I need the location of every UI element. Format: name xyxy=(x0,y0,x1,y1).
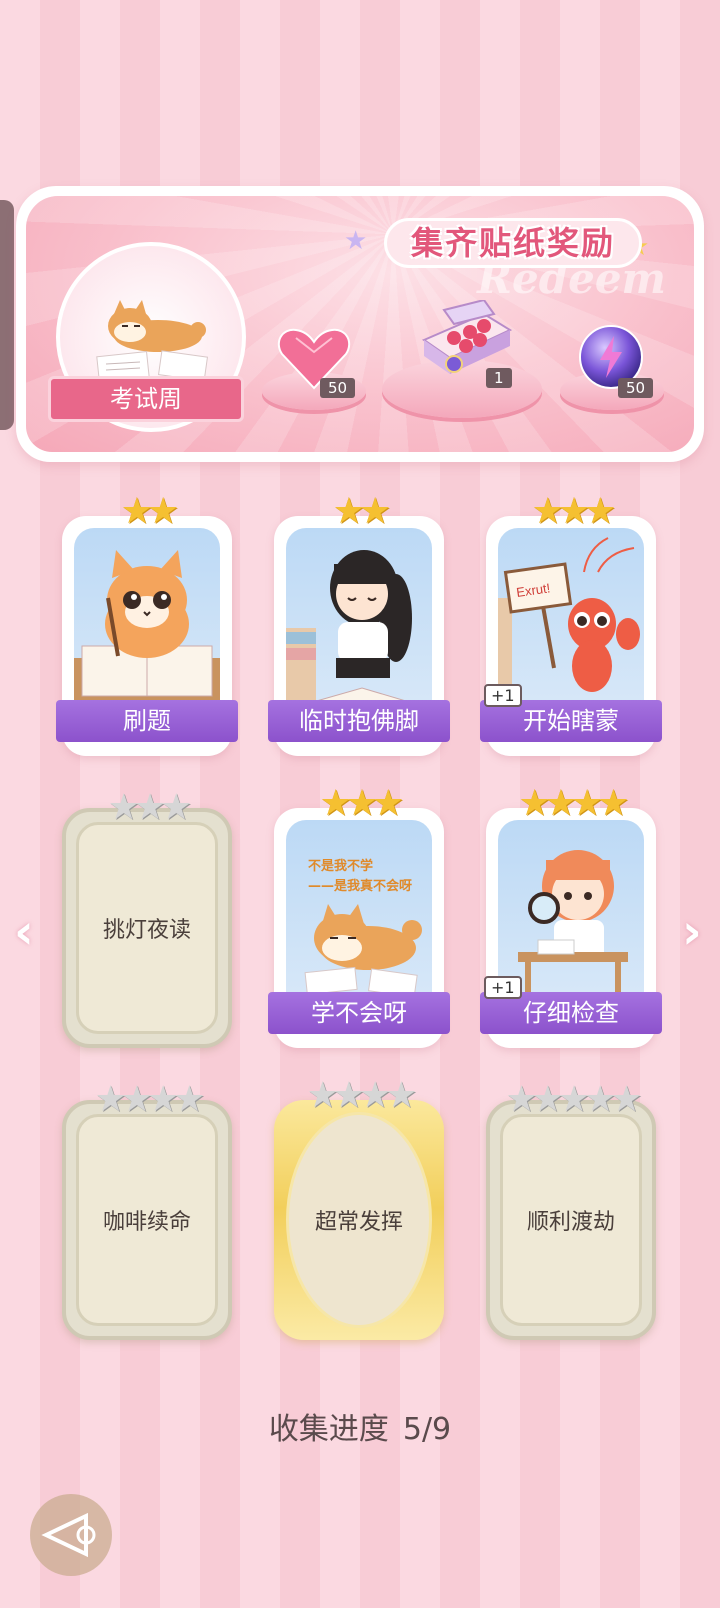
star-rating: ★★★ xyxy=(319,783,405,824)
chevron-left-icon[interactable]: ‹ xyxy=(14,904,34,960)
reward-count: 1 xyxy=(486,368,512,388)
sticker-label: 刷题 xyxy=(56,700,238,742)
sticker-label: 咖啡续命 xyxy=(102,1210,191,1235)
star-rating: ★★★ xyxy=(107,787,193,828)
cat-studying-art xyxy=(74,528,220,712)
locked-sticker-card[interactable]: ★★★★★ 顺利渡劫 xyxy=(486,1082,656,1340)
back-button[interactable] xyxy=(30,1494,112,1576)
star-rating: ★★ xyxy=(332,491,392,532)
caption-line-1: 不是我不学 xyxy=(308,858,373,874)
back-arrow-icon xyxy=(41,1512,96,1558)
star-rating: ★★★ xyxy=(531,491,617,532)
sticker-label: 学不会呀 xyxy=(268,992,450,1034)
collection-progress: 收集进度 5/9 xyxy=(0,1404,720,1448)
chevron-right-icon[interactable]: › xyxy=(682,904,702,960)
star-rating: ★★★★ xyxy=(94,1079,205,1120)
progress-label: 收集进度 xyxy=(268,1412,389,1447)
sticker-card[interactable]: ★★ 刷题 xyxy=(56,494,238,756)
sticker-card[interactable]: ★★★ Exrut! +1 开始瞎蒙 xyxy=(480,494,662,756)
reward-count: 50 xyxy=(320,378,356,398)
sticker-card[interactable]: ★★★★ +1 仔细检查 xyxy=(480,786,662,1048)
reward-banner: Redeem ★ ★ 集齐贴纸奖励 考试周 xyxy=(16,186,704,462)
star-rating: ★★ xyxy=(120,491,180,532)
caption-line-2: ——是我真不会呀 xyxy=(308,878,412,894)
locked-sticker-card[interactable]: ★★★★ 超常发挥 xyxy=(274,1078,444,1340)
sticker-label: 挑灯夜读 xyxy=(102,918,191,943)
badge-label: 考试周 xyxy=(48,376,244,422)
star-rating: ★★★★ xyxy=(518,783,629,824)
sticker-card[interactable]: ★★ 临时抱佛脚 xyxy=(268,494,450,756)
bonus-badge: +1 xyxy=(484,684,522,707)
bonus-badge: +1 xyxy=(484,976,522,999)
progress-value: 5/9 xyxy=(402,1412,452,1447)
side-drawer-handle[interactable] xyxy=(0,200,14,430)
gift-box-icon[interactable] xyxy=(414,300,514,378)
locked-sticker-card[interactable]: ★★★ 挑灯夜读 xyxy=(62,790,232,1048)
locked-sticker-card[interactable]: ★★★★ 咖啡续命 xyxy=(62,1082,232,1340)
reward-banner-panel: Redeem ★ ★ 集齐贴纸奖励 考试周 xyxy=(26,196,694,452)
sticker-label: 临时抱佛脚 xyxy=(268,700,450,742)
girl-reading-art xyxy=(286,528,432,712)
sticker-card[interactable]: ★★★ 不是我不学 ——是我真不会呀 学不会呀 xyxy=(268,786,450,1048)
shiba-dog-icon xyxy=(108,300,206,352)
sticker-label: 超常发挥 xyxy=(314,1210,403,1235)
banner-title: 集齐贴纸奖励 xyxy=(384,218,642,268)
sticker-label: 顺利渡劫 xyxy=(526,1210,615,1235)
star-rating: ★★★★ xyxy=(306,1075,417,1116)
star-rating: ★★★★★ xyxy=(505,1079,642,1120)
reward-count: 50 xyxy=(618,378,654,398)
shiba-lying-art: 不是我不学 ——是我真不会呀 xyxy=(286,820,432,1004)
star-decoration-icon: ★ xyxy=(344,226,368,256)
